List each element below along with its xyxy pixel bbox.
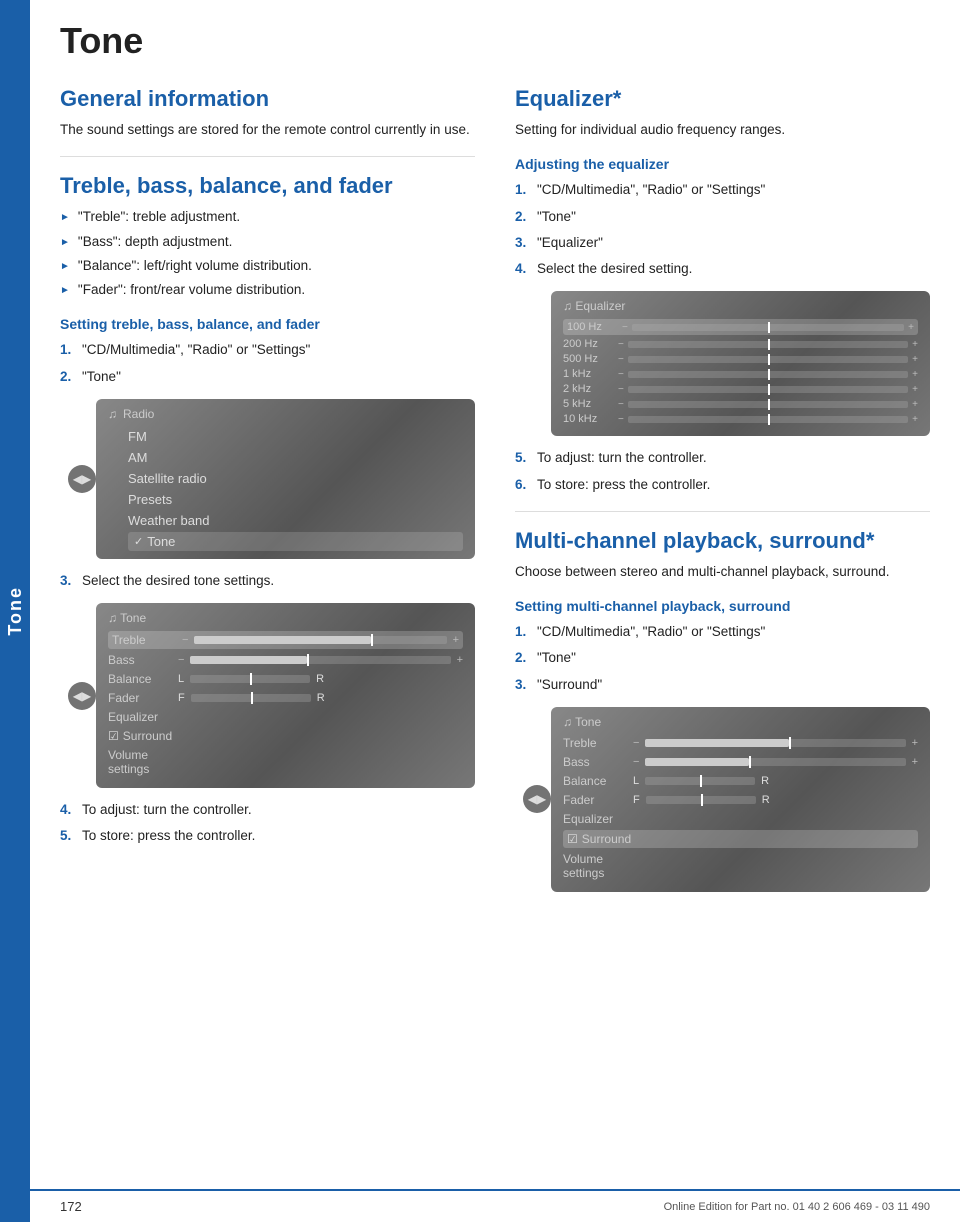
list-item: 2."Tone" <box>60 367 475 387</box>
treble-steps-final: 4.To adjust: turn the controller. 5.To s… <box>60 800 475 847</box>
setting-treble-heading: Setting treble, bass, balance, and fader <box>60 316 475 332</box>
setting-surround-heading: Setting multi-channel playback, surround <box>515 598 930 614</box>
tone-nav-button: ◀▶ <box>68 682 96 710</box>
list-item: 4.Select the desired setting. <box>515 259 930 279</box>
page-title: Tone <box>60 20 930 62</box>
adjusting-eq-heading: Adjusting the equalizer <box>515 156 930 172</box>
eq-steps-list: 1."CD/Multimedia", "Radio" or "Settings"… <box>515 180 930 279</box>
eq-screen-title: ♫ Equalizer <box>563 299 918 313</box>
tone-screen2-wrapper: ◀▶ ♫ Tone Treble − <box>515 707 930 892</box>
tone-screen-2: ♫ Tone Treble − + <box>551 707 930 892</box>
tone-nav-button-2: ◀▶ <box>523 785 551 813</box>
tone2-row-volume: Volume settings <box>563 851 918 881</box>
radio-menu-item-am: AM <box>128 448 463 467</box>
tone2-row-treble: Treble − + <box>563 735 918 751</box>
radio-menu-item-presets: Presets <box>128 490 463 509</box>
bullet-treble: ►"Treble": treble adjustment. <box>60 207 475 227</box>
tone-row-surround: Surround <box>108 728 463 744</box>
eq-row-200hz: 200 Hz − + <box>563 338 918 350</box>
radio-menu-items: FM AM Satellite radio Presets Weather ba… <box>108 427 463 551</box>
tone-screen2-title: ♫ Tone <box>563 715 918 729</box>
tone2-row-bass: Bass − + <box>563 754 918 770</box>
list-item: 1."CD/Multimedia", "Radio" or "Settings" <box>60 340 475 360</box>
eq-row-2khz: 2 kHz − + <box>563 383 918 395</box>
tone2-row-fader: Fader F R <box>563 792 918 808</box>
tone-row-treble: Treble − + <box>108 631 463 649</box>
bullet-fader: ►"Fader": front/rear volume distribution… <box>60 280 475 300</box>
tone-row-volume: Volume settings <box>108 747 463 777</box>
list-item: 5.To store: press the controller. <box>60 826 475 846</box>
multichannel-body: Choose between stereo and multi-channel … <box>515 562 930 582</box>
section-equalizer: Equalizer* Setting for individual audio … <box>515 86 930 495</box>
page-number: 172 <box>60 1199 82 1214</box>
radio-menu-item-tone: Tone <box>128 532 463 551</box>
equalizer-body: Setting for individual audio frequency r… <box>515 120 930 140</box>
tone-row-bass: Bass − + <box>108 652 463 668</box>
list-item: 3."Surround" <box>515 675 930 695</box>
screen-nav-button: ◀▶ <box>68 465 96 493</box>
eq-screen-wrapper: ♫ Equalizer 100 Hz − + <box>515 291 930 436</box>
section-multichannel: Multi-channel playback, surround* Choose… <box>515 528 930 892</box>
side-tab: Tone <box>0 0 30 1222</box>
tone-row-fader: Fader F R <box>108 690 463 706</box>
equalizer-heading: Equalizer* <box>515 86 930 112</box>
list-item: 1."CD/Multimedia", "Radio" or "Settings" <box>515 622 930 642</box>
tone-screen-wrapper: ◀▶ ♫ Tone Treble − <box>60 603 475 788</box>
tone-screen-title: ♫ Tone <box>108 611 463 625</box>
bullet-bass: ►"Bass": depth adjustment. <box>60 232 475 252</box>
section-treble-bass: Treble, bass, balance, and fader ►"Trebl… <box>60 173 475 846</box>
right-column: Equalizer* Setting for individual audio … <box>515 86 930 904</box>
list-item: 5.To adjust: turn the controller. <box>515 448 930 468</box>
general-info-heading: General information <box>60 86 475 112</box>
eq-steps-final: 5.To adjust: turn the controller. 6.To s… <box>515 448 930 495</box>
side-tab-label: Tone <box>5 586 26 636</box>
divider <box>60 156 475 157</box>
radio-screen-title: ♫ Radio <box>108 407 463 421</box>
treble-steps-list: 1."CD/Multimedia", "Radio" or "Settings"… <box>60 340 475 387</box>
eq-row-10khz: 10 kHz − + <box>563 413 918 425</box>
list-item: 3.Select the desired tone settings. <box>60 571 475 591</box>
list-item: 2."Tone" <box>515 648 930 668</box>
list-item: 3."Equalizer" <box>515 233 930 253</box>
treble-bass-heading: Treble, bass, balance, and fader <box>60 173 475 199</box>
list-item: 1."CD/Multimedia", "Radio" or "Settings" <box>515 180 930 200</box>
eq-row-1khz: 1 kHz − + <box>563 368 918 380</box>
bullet-icon: ► <box>60 235 70 250</box>
bullet-icon: ► <box>60 210 70 225</box>
treble-bar <box>194 636 446 644</box>
divider-right <box>515 511 930 512</box>
radio-screen-wrapper: ◀▶ ♫ Radio FM AM Satellite radio Presets… <box>60 399 475 559</box>
eq-row-500hz: 500 Hz − + <box>563 353 918 365</box>
eq-screen: ♫ Equalizer 100 Hz − + <box>551 291 930 436</box>
treble-steps-list-2: 3.Select the desired tone settings. <box>60 571 475 591</box>
tone-screen: ♫ Tone Treble − + <box>96 603 475 788</box>
radio-menu-item-weather: Weather band <box>128 511 463 530</box>
general-info-body: The sound settings are stored for the re… <box>60 120 475 140</box>
bullet-icon: ► <box>60 283 70 298</box>
bullet-balance: ►"Balance": left/right volume distributi… <box>60 256 475 276</box>
eq-row-5khz: 5 kHz − + <box>563 398 918 410</box>
footer-text: Online Edition for Part no. 01 40 2 606 … <box>664 1201 930 1213</box>
surround-steps-list: 1."CD/Multimedia", "Radio" or "Settings"… <box>515 622 930 695</box>
radio-screen: ♫ Radio FM AM Satellite radio Presets We… <box>96 399 475 559</box>
section-general-info: General information The sound settings a… <box>60 86 475 140</box>
tone-row-equalizer: Equalizer <box>108 709 463 725</box>
radio-menu-item-satellite: Satellite radio <box>128 469 463 488</box>
multichannel-heading: Multi-channel playback, surround* <box>515 528 930 554</box>
radio-menu-item-fm: FM <box>128 427 463 446</box>
tone2-row-surround: Surround <box>563 830 918 848</box>
bass-bar <box>190 656 450 664</box>
footer: 172 Online Edition for Part no. 01 40 2 … <box>0 1189 960 1222</box>
bullet-icon: ► <box>60 259 70 274</box>
tone2-row-equalizer: Equalizer <box>563 811 918 827</box>
tone-row-balance: Balance L R <box>108 671 463 687</box>
treble-bass-bullets: ►"Treble": treble adjustment. ►"Bass": d… <box>60 207 475 300</box>
list-item: 6.To store: press the controller. <box>515 475 930 495</box>
tone2-row-balance: Balance L R <box>563 773 918 789</box>
left-column: General information The sound settings a… <box>60 86 475 904</box>
list-item: 4.To adjust: turn the controller. <box>60 800 475 820</box>
eq-row-100hz: 100 Hz − + <box>563 319 918 335</box>
list-item: 2."Tone" <box>515 207 930 227</box>
